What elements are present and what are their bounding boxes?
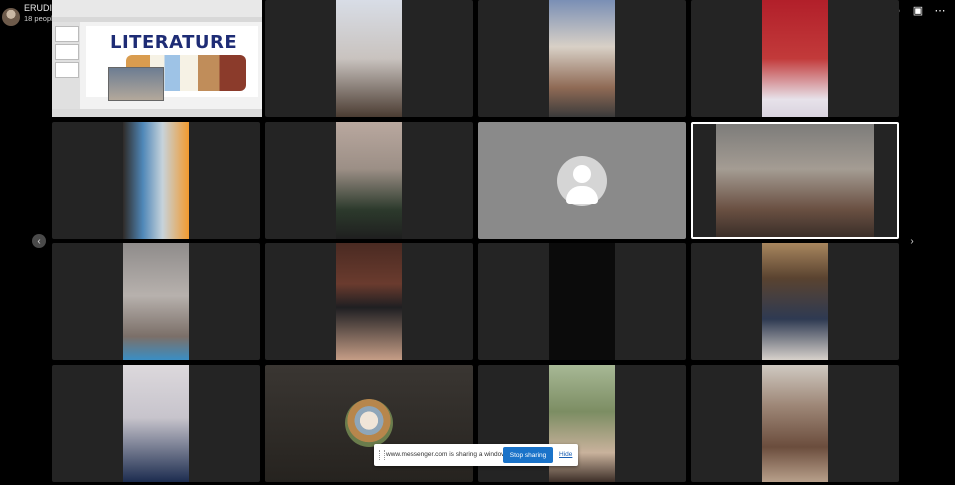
participant-tile-no-video[interactable] <box>478 122 686 239</box>
presentation-status-bar <box>52 109 262 117</box>
participant-tile[interactable] <box>265 122 473 239</box>
more-icon[interactable]: ⋯ <box>933 4 947 18</box>
stop-sharing-button[interactable]: Stop sharing <box>503 447 553 463</box>
participant-tile[interactable] <box>265 243 473 360</box>
next-page-button[interactable]: › <box>905 234 919 248</box>
participant-tile[interactable] <box>52 122 260 239</box>
participant-tile[interactable] <box>691 365 899 482</box>
participant-video <box>336 243 402 360</box>
shared-screen-tile[interactable]: LITERATURE <box>52 0 262 117</box>
drag-handle-icon[interactable] <box>379 450 385 460</box>
share-message: www.messenger.com is sharing a window. <box>386 451 508 458</box>
slide-thumbnail <box>55 26 79 42</box>
chevron-left-icon: ‹ <box>37 235 41 247</box>
participant-avatar <box>345 399 393 447</box>
slide-thumbnail <box>55 44 79 60</box>
participant-tile-active-speaker[interactable] <box>691 122 899 239</box>
participant-video <box>549 0 615 117</box>
participant-tile[interactable] <box>265 0 473 117</box>
presentation-toolbar <box>52 0 262 17</box>
participant-video <box>762 0 828 117</box>
participant-video <box>336 122 402 239</box>
participant-video <box>336 0 402 117</box>
participant-video <box>762 243 828 360</box>
share-screen-icon[interactable]: ▣ <box>911 4 925 18</box>
presentation-ribbon <box>52 17 262 22</box>
participant-tile[interactable] <box>52 365 260 482</box>
chevron-right-icon: › <box>910 235 914 247</box>
participant-video <box>123 122 189 239</box>
participant-tile[interactable] <box>478 0 686 117</box>
participant-tile[interactable] <box>691 0 899 117</box>
presenter-video <box>108 67 164 101</box>
participant-video <box>716 124 874 237</box>
participant-video <box>123 365 189 482</box>
participant-tile[interactable] <box>478 243 686 360</box>
participant-video <box>762 365 828 482</box>
participant-video <box>549 243 615 360</box>
slide-title: LITERATURE <box>110 32 238 53</box>
slide-thumbnails <box>52 22 80 117</box>
participant-video <box>123 243 189 360</box>
previous-page-button[interactable]: ‹ <box>32 234 46 248</box>
participant-tile[interactable] <box>691 243 899 360</box>
hide-link[interactable]: Hide <box>559 451 572 458</box>
default-avatar-icon <box>557 155 607 206</box>
group-avatar[interactable] <box>2 8 20 26</box>
screen-share-notification: www.messenger.com is sharing a window. S… <box>374 444 578 466</box>
slide-thumbnail <box>55 62 79 78</box>
participant-tile[interactable] <box>52 243 260 360</box>
